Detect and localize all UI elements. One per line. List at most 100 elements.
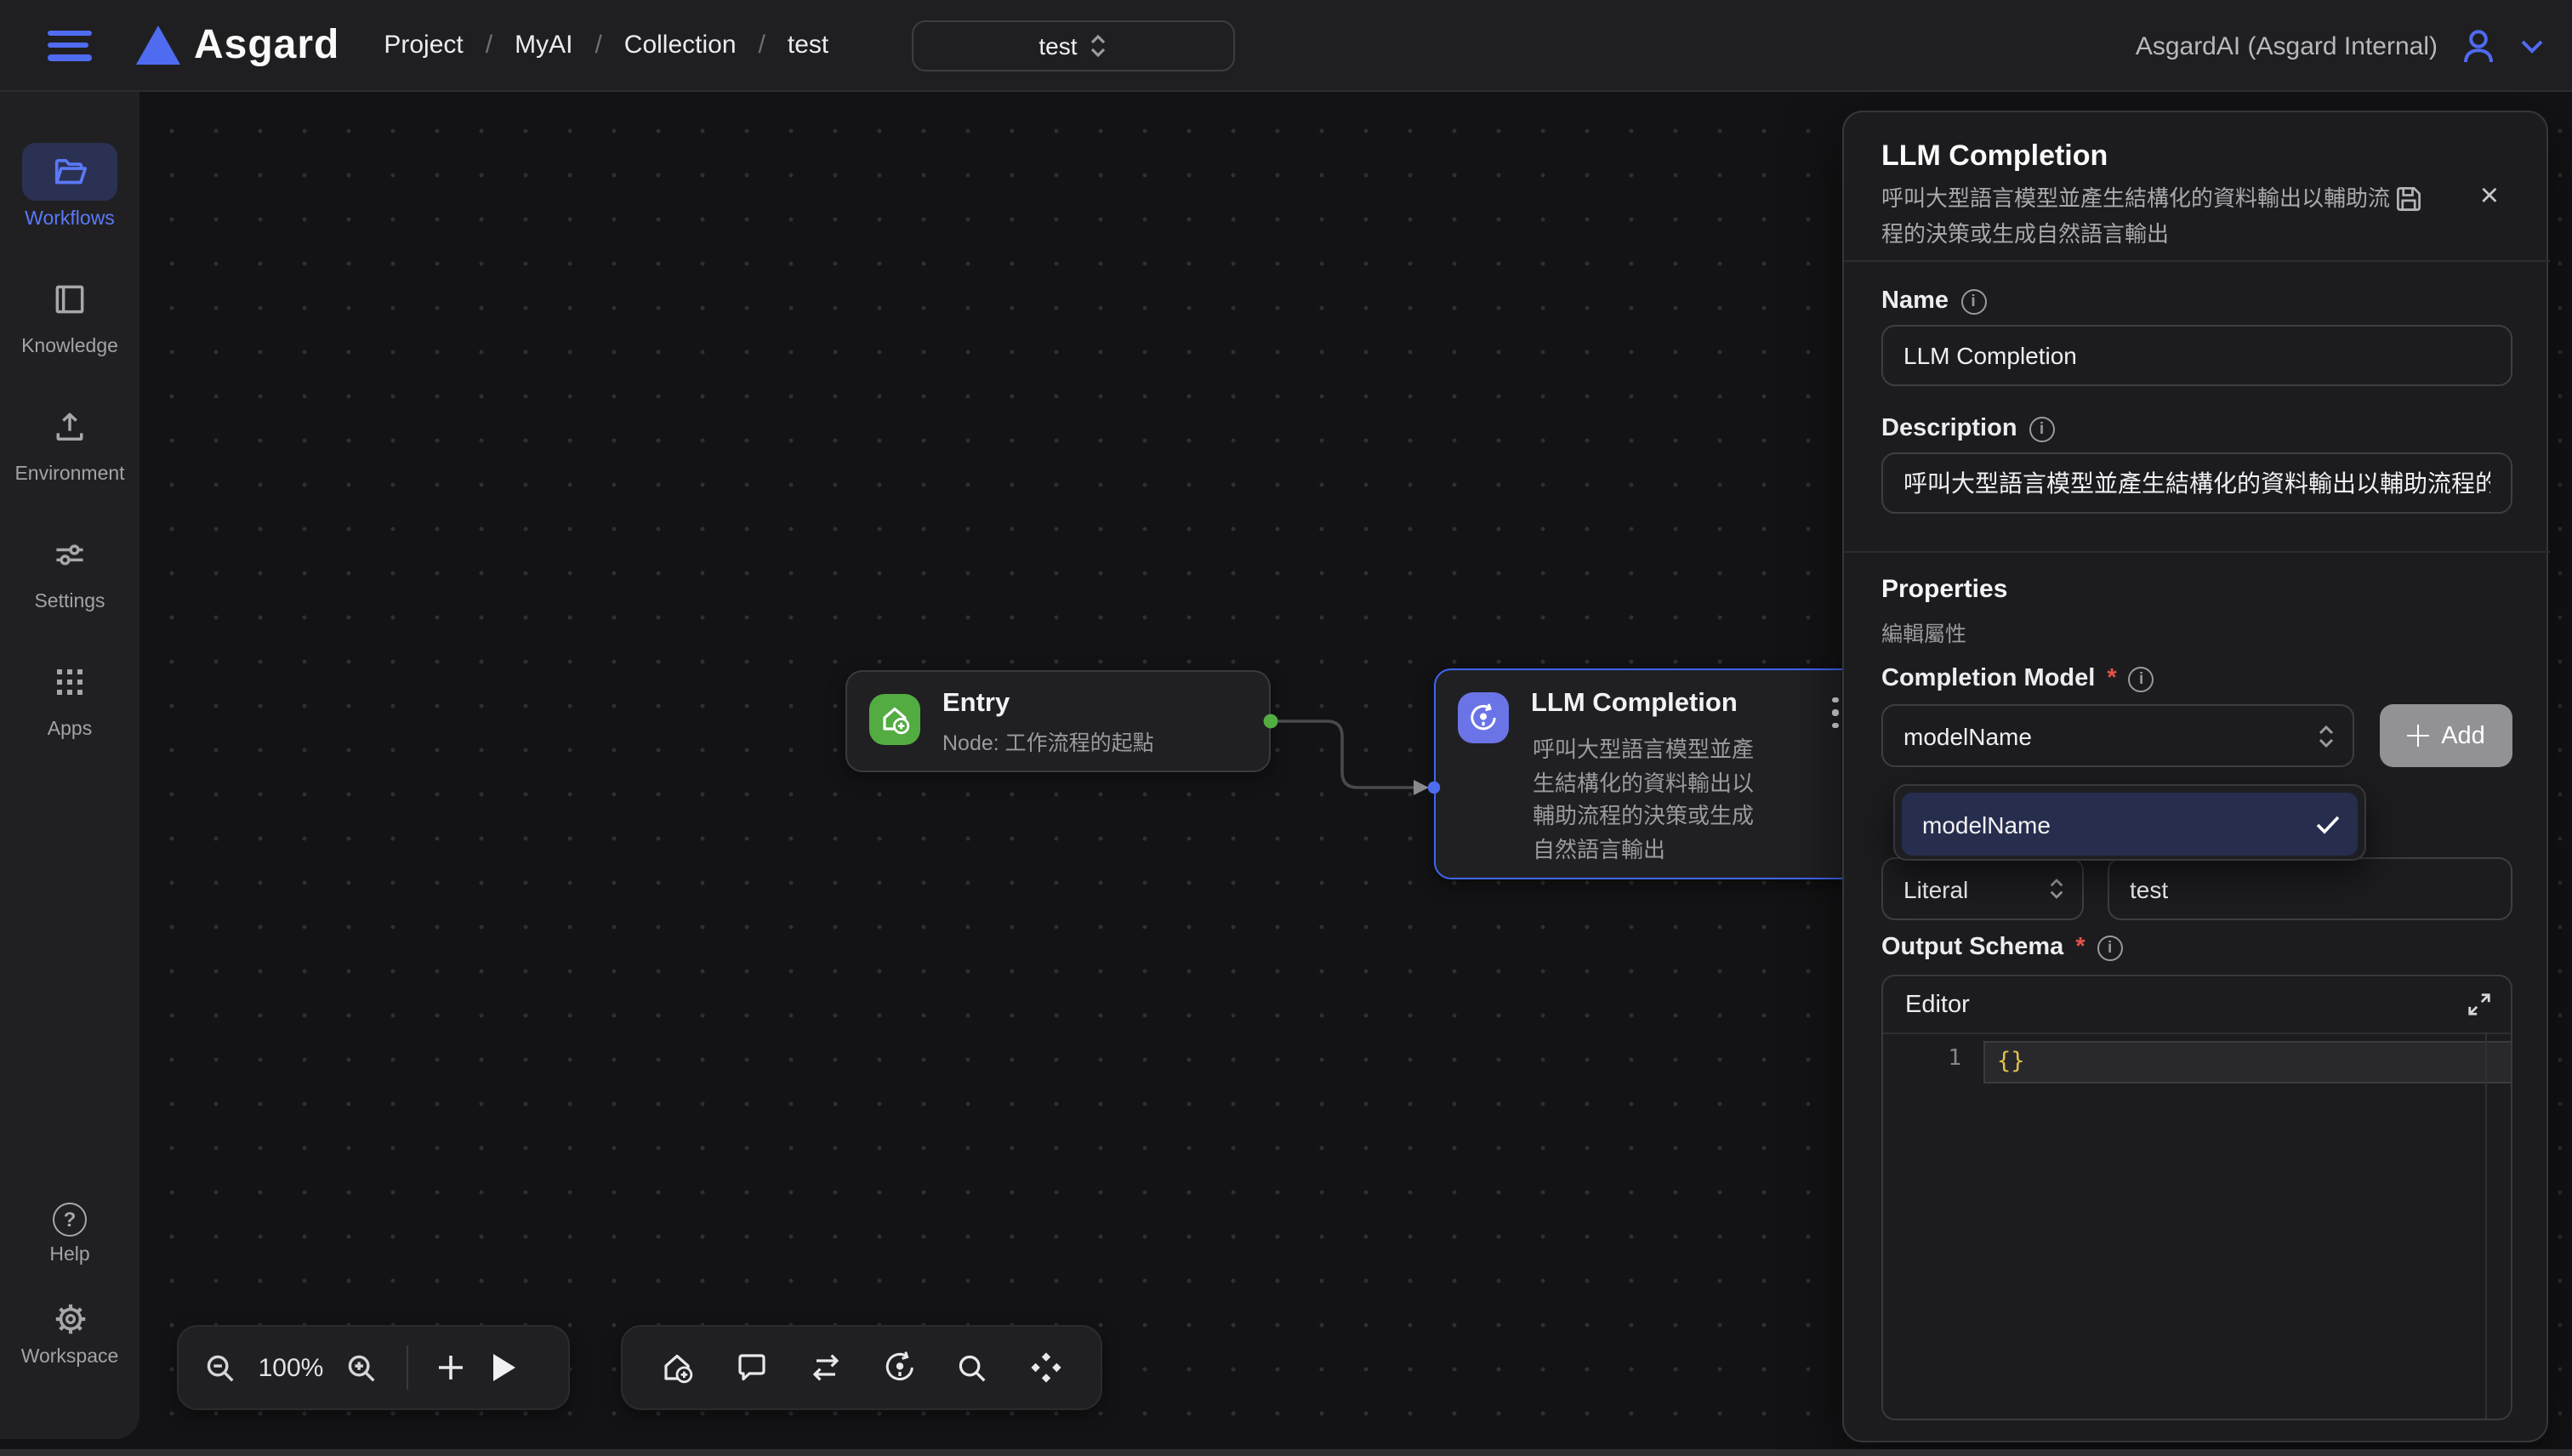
sidebar-item-apps[interactable]: Apps [22,653,117,740]
entry-node-title: Entry [942,689,1010,719]
sidebar-label-workspace: Workspace [21,1347,119,1368]
editor-body[interactable]: 1 {} [1883,1034,2511,1420]
sidebar-item-workflows[interactable]: Workflows [22,143,117,230]
sidebar-label-settings: Settings [34,592,105,612]
breadcrumb-separator: / [759,31,765,60]
properties-title: Properties [1881,575,2007,604]
add-button-label: Add [2441,722,2485,749]
value-text-input[interactable] [2108,857,2512,920]
dropdown-item-modelname[interactable]: modelName [1902,793,2358,856]
add-model-button[interactable]: Add [2380,704,2512,767]
breadcrumb-test[interactable]: test [788,31,828,60]
expand-icon[interactable] [2467,992,2492,1017]
sidebar-item-environment[interactable]: Environment [14,398,124,485]
canvas-actions-toolbar [621,1325,1102,1410]
breadcrumb-separator: / [595,31,601,60]
sidebar-item-help[interactable]: ? Help [49,1203,89,1265]
breadcrumb: Project / MyAI / Collection / test [384,31,828,60]
workflow-version-select[interactable]: test [912,20,1235,71]
search-button[interactable] [955,1350,991,1385]
name-input[interactable] [1881,325,2512,386]
name-label: Name [1881,287,1949,315]
chevron-updown-icon [2048,876,2065,901]
check-icon [2315,814,2341,834]
breadcrumb-project[interactable]: Project [384,31,463,60]
workflow-version-value: test [1038,32,1077,60]
properties-subtitle: 編輯屬性 [1881,616,1966,648]
sidebar-item-workspace[interactable]: Workspace [21,1300,119,1368]
output-schema-label: Output Schema [1881,934,2063,961]
breadcrumb-separator: / [486,31,492,60]
dropdown-item-label: modelName [1922,810,2315,838]
description-label-row: Description i [1881,415,2055,442]
panel-divider [1844,260,2550,262]
zoom-toolbar: 100% [177,1325,570,1410]
swap-direction-button[interactable] [806,1349,845,1386]
apps-grid-icon [53,665,87,699]
add-entry-node-button[interactable] [659,1349,697,1386]
plus-icon [2407,725,2429,747]
upload-icon [51,408,88,446]
save-icon[interactable] [2393,184,2424,214]
left-sidebar: Workflows Knowledge Environment Settin [0,92,139,1439]
completion-model-label-row: Completion Model * i [1881,665,2154,692]
completion-model-select[interactable]: modelName [1881,704,2354,767]
logo-text: Asgard [194,21,339,69]
entry-node[interactable]: Entry Node: 工作流程的起點 [845,670,1271,772]
required-asterisk: * [2107,665,2116,692]
house-plus-icon [869,694,920,745]
sidebar-label-apps: Apps [48,719,92,740]
editor-scrollbar[interactable] [2485,1034,2487,1420]
chevron-down-icon[interactable] [2519,37,2545,54]
editor-header: Editor [1883,976,2511,1034]
fit-view-button[interactable] [1027,1349,1064,1386]
account-menu[interactable]: AsgardAI (Asgard Internal) [2136,0,2545,92]
panel-subtitle: 呼叫大型語言模型並產生結構化的資料輸出以輔助流程的決策或生成自然語言輸出 [1881,182,2392,253]
editor-line-number: 1 [1883,1046,1961,1072]
breadcrumb-myai[interactable]: MyAI [515,31,572,60]
sidebar-item-settings[interactable]: Settings [22,526,117,612]
output-schema-label-row: Output Schema * i [1881,934,2123,961]
value-type-select[interactable]: Literal [1881,857,2084,920]
info-icon[interactable]: i [2129,666,2154,691]
info-icon[interactable]: i [2097,935,2123,960]
chevron-updown-icon [1090,32,1108,60]
edge-arrowhead [1414,780,1429,795]
book-icon [51,281,88,318]
chevron-updown-icon [2317,722,2336,749]
schema-editor: Editor 1 {} [1881,975,2512,1420]
sidebar-label-knowledge: Knowledge [21,337,118,357]
zoom-out-button[interactable] [202,1350,238,1385]
editor-current-line [1983,1041,2512,1083]
sliders-icon [51,536,88,573]
scan-bulb-icon [1458,692,1509,743]
comment-button[interactable] [732,1349,770,1386]
completion-model-label: Completion Model [1881,665,2095,692]
user-icon[interactable] [2458,26,2499,66]
entry-node-subtitle: Node: 工作流程的起點 [942,725,1154,757]
zoom-in-button[interactable] [344,1350,379,1385]
gear-icon [50,1300,89,1339]
name-label-row: Name i [1881,287,1986,315]
info-icon[interactable]: i [2029,416,2055,441]
node-inspector-panel: LLM Completion 呼叫大型語言模型並產生結構化的資料輸出以輔助流程的… [1842,111,2548,1442]
breadcrumb-collection[interactable]: Collection [624,31,737,60]
sidebar-label-help: Help [49,1245,89,1265]
sidebar-item-knowledge[interactable]: Knowledge [21,270,118,357]
top-bar: Asgard Project / MyAI / Collection / tes… [0,0,2572,92]
window-bottom-edge [0,1449,2572,1456]
run-workflow-button[interactable] [493,1354,515,1381]
scan-node-button[interactable] [881,1349,919,1386]
close-icon[interactable]: × [2480,179,2499,216]
sidebar-label-environment: Environment [14,464,124,485]
zoom-level: 100% [255,1353,327,1382]
editor-code: {} [1997,1048,2025,1075]
hamburger-menu-icon[interactable] [48,30,92,60]
required-asterisk: * [2075,934,2085,961]
asgard-logo-icon [136,26,180,65]
add-node-button[interactable] [435,1352,466,1383]
question-circle-icon: ? [53,1203,87,1237]
description-input[interactable] [1881,452,2512,514]
completion-model-value: modelName [1903,722,2317,749]
info-icon[interactable]: i [1960,288,1986,314]
